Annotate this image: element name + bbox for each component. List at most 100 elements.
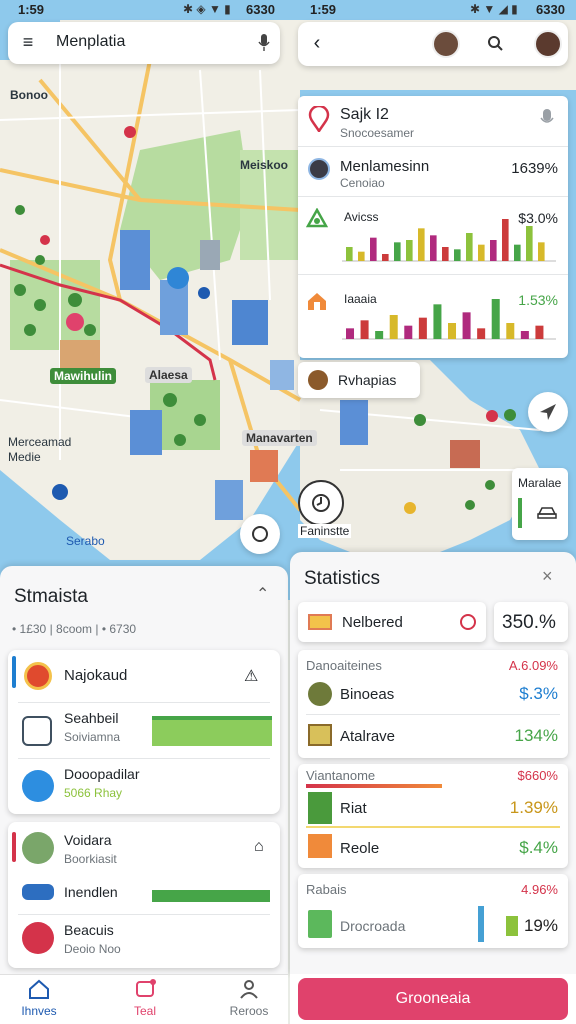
chart-bar	[418, 317, 427, 339]
compass-icon	[540, 404, 556, 420]
chart-bar	[535, 325, 544, 339]
menu-icon[interactable]: ≡	[18, 32, 38, 52]
chart-bar	[477, 328, 486, 339]
info-panel: Sajk I2 Snocoesamer Menlamesinn Cenoiao …	[298, 96, 568, 358]
primary-action-button[interactable]: Grooneaia	[298, 978, 568, 1020]
chart-bar	[346, 328, 355, 339]
search-bar[interactable]: ≡ Menplatia	[8, 22, 280, 64]
list-item[interactable]: Voidara Boorkiasit ⌂	[8, 828, 280, 870]
indicator-bar	[506, 916, 518, 936]
map-side-panel[interactable]: Maralae	[512, 468, 568, 540]
stats-group: Viantanome $660% Riat 1.39% Reole $.4%	[298, 764, 568, 868]
chart-bar	[418, 228, 425, 261]
place-subtitle: Snocoesamer	[340, 126, 415, 140]
navigation-icon	[22, 770, 54, 802]
list-item-subtitle: Boorkiasit	[64, 852, 117, 866]
chart-bar	[442, 247, 449, 261]
nav-item-teal[interactable]: Teal	[120, 979, 170, 1023]
microphone-icon[interactable]	[254, 32, 274, 54]
avatar	[308, 158, 330, 180]
close-icon[interactable]: ×	[542, 566, 553, 587]
nav-item-home[interactable]: Ihnves	[14, 979, 64, 1023]
nav-label: Reroos	[229, 1004, 269, 1018]
status-battery: 6330	[536, 2, 565, 17]
microphone-icon[interactable]	[540, 108, 554, 128]
chart-bar	[448, 323, 457, 339]
chart-bar	[430, 235, 437, 261]
stats-row-value: 19%	[523, 916, 558, 935]
refresh-icon[interactable]	[460, 614, 476, 630]
chart-bar	[538, 242, 545, 261]
list-item[interactable]: Dooopadilar 5066 Rhay	[8, 762, 280, 812]
avatar[interactable]	[534, 30, 562, 58]
list-item-subtitle: Soiviamna	[64, 730, 121, 744]
highlight-card[interactable]: Nelbered	[298, 602, 486, 642]
locate-button[interactable]	[240, 514, 280, 554]
map-label: Serabo	[66, 534, 105, 548]
place-chip[interactable]: Rvhapias	[298, 362, 420, 398]
list-item[interactable]: Inendlen	[8, 876, 280, 910]
chart-bar	[520, 331, 529, 339]
avatar	[22, 832, 54, 864]
avatar	[308, 682, 332, 706]
list-item-subtitle: 5066 Rhay	[64, 786, 123, 800]
chart-icon	[308, 724, 332, 746]
location-pin-icon	[308, 104, 330, 134]
status-battery: 6330	[246, 2, 275, 17]
back-arrow-icon[interactable]: ‹	[306, 32, 328, 54]
avatar[interactable]	[432, 30, 460, 58]
chart-bar	[526, 226, 533, 261]
list-item-title: Beacuis	[64, 922, 114, 938]
highlight-value-card: 350.%	[494, 602, 568, 642]
compass-button[interactable]	[528, 392, 568, 432]
chart-bar	[462, 312, 471, 339]
list-group: Najokaud ⚠ Seahbeil Soiviamna Dooopadila…	[8, 650, 280, 814]
bluetooth-icon: ✱ ◈ ▼ ▮	[183, 2, 231, 16]
side-panel-label: Maralae	[518, 476, 562, 490]
cta-container: Grooneaia	[290, 974, 576, 1024]
group-header-value: A.6.09%	[508, 658, 558, 673]
nav-item-profile[interactable]: Reroos	[224, 979, 274, 1023]
chart-bar	[433, 304, 442, 339]
stats-group: Danoaiteines A.6.09% Binoeas $.3% Atalra…	[298, 650, 568, 758]
stats-row-value: $.3%	[519, 684, 558, 703]
message-icon	[136, 979, 156, 997]
list-item[interactable]: Beacuis Deoio Noo	[8, 916, 280, 964]
ticket-icon	[308, 614, 332, 630]
alert-icon[interactable]: ⚠	[244, 666, 258, 686]
bus-icon	[22, 716, 52, 746]
stats-row-value: 134%	[514, 726, 558, 745]
chart-bar	[478, 244, 485, 261]
chart-bar	[346, 247, 353, 261]
list-group: Voidara Boorkiasit ⌂ Inendlen Beacuis De…	[8, 822, 280, 968]
chart-bar	[454, 249, 461, 261]
chart-bar	[389, 315, 398, 339]
car-icon	[22, 884, 54, 900]
place-chip-label: Rvhapias	[338, 372, 397, 388]
group-header-value: $660%	[517, 768, 558, 783]
list-item[interactable]: Seahbeil Soiviamna	[8, 706, 280, 756]
map-label: Mawihulin	[50, 368, 116, 384]
list-item-title: Voidara	[64, 832, 112, 848]
map-label: Manavarten	[242, 430, 317, 446]
lock-icon[interactable]: ⌂	[254, 838, 264, 856]
stats-row-label: Drocroada	[340, 918, 406, 934]
panel-title: Statistics	[304, 568, 381, 589]
stats-row-label: Atalrave	[340, 728, 396, 745]
chart-bar	[490, 240, 497, 261]
map-marker[interactable]: Faninstte	[298, 480, 352, 540]
sheet-title: Stmaista	[14, 586, 88, 607]
search-icon[interactable]	[484, 32, 506, 54]
profile-icon	[240, 980, 258, 999]
nav-label: Teal	[133, 1004, 156, 1018]
row-value: 1639%	[511, 160, 558, 177]
list-item[interactable]: Najokaud ⚠	[8, 656, 280, 696]
search-input[interactable]: Menplatia	[56, 33, 125, 51]
chevron-up-icon[interactable]: ⌃	[256, 584, 269, 604]
chart-bar	[394, 242, 401, 261]
list-item-title: Seahbeil	[64, 710, 119, 726]
nav-label: Ihnves	[21, 1004, 57, 1018]
map-label: Bonoo	[10, 88, 48, 102]
chart-bar	[404, 325, 413, 339]
status-time: 1:59	[18, 2, 45, 17]
